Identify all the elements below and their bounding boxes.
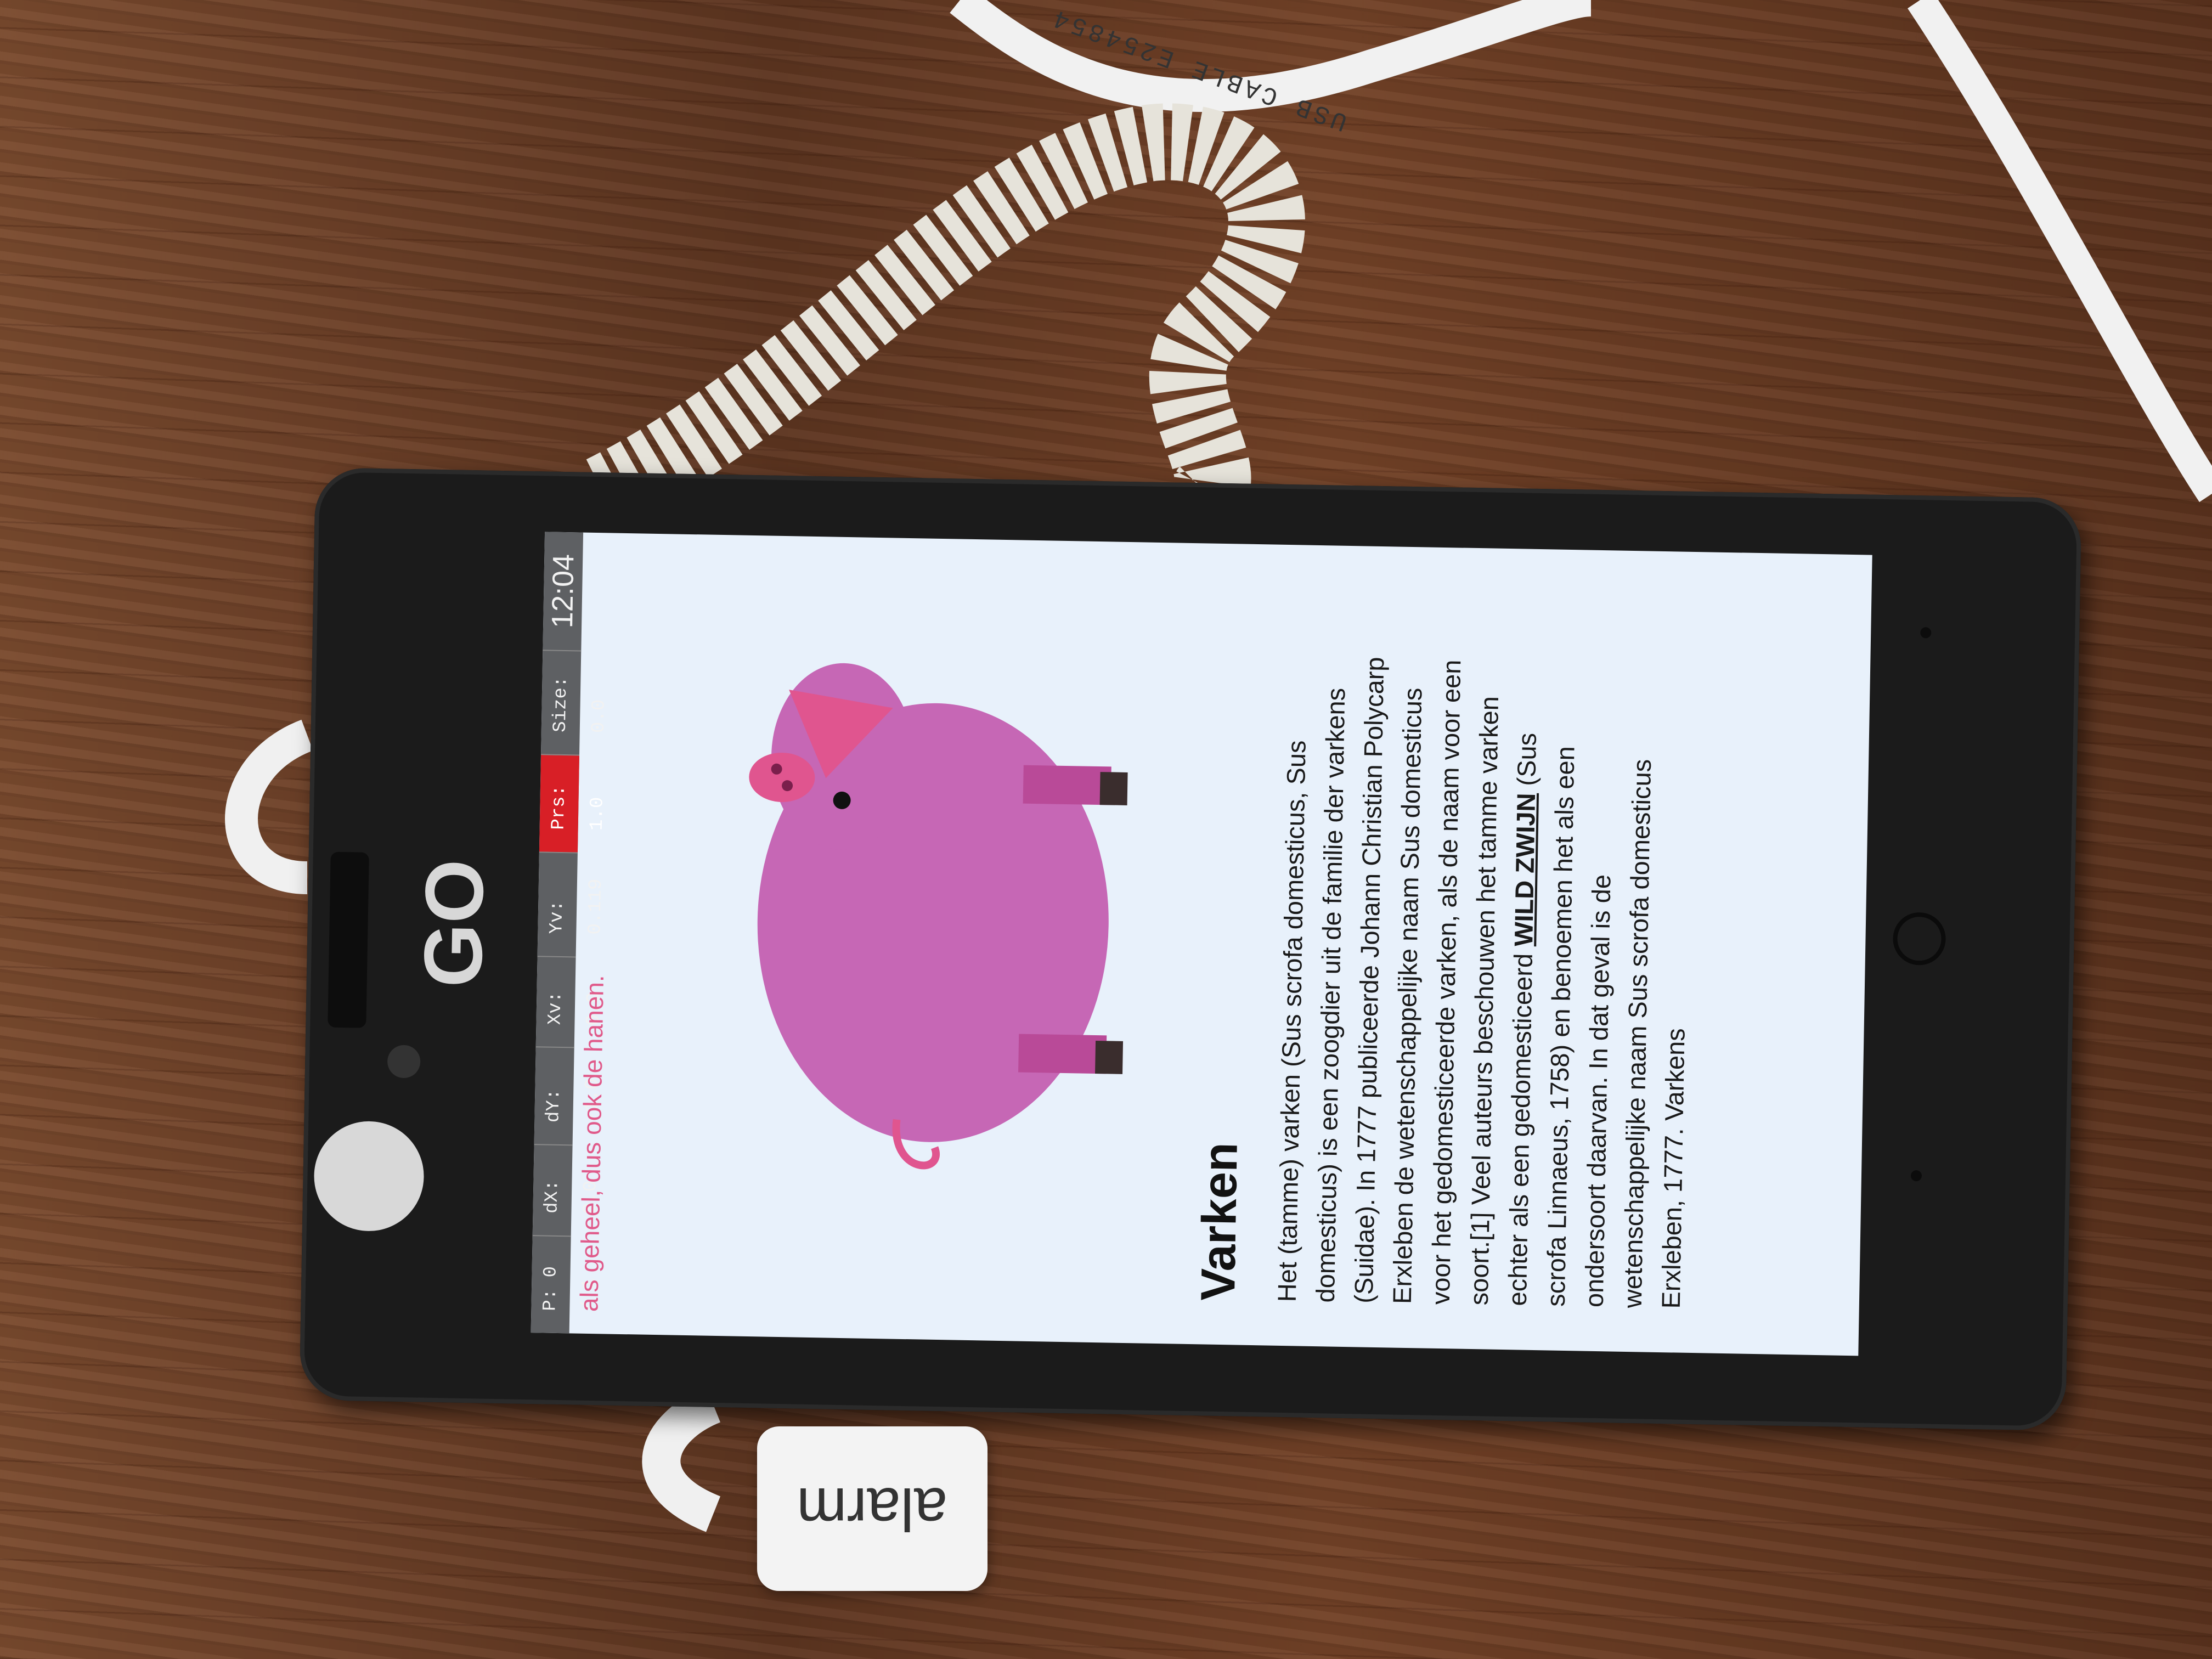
pig-hoof: [1099, 772, 1128, 805]
article-body-text: Het (tamme) varken (Sus scrofa domesticu…: [1272, 656, 1538, 1306]
sensor-dot: [1910, 1170, 1922, 1182]
overlay-prs: Prs: 1.0: [539, 754, 608, 853]
home-button[interactable]: [1892, 912, 1946, 966]
alarm-label: alarm: [797, 1475, 948, 1543]
article-body: Het (tamme) varken (Sus scrofa domesticu…: [1268, 654, 1701, 1309]
earpiece-speaker: [328, 851, 369, 1028]
overlay-size: Size: 0.0: [541, 650, 610, 755]
article: Varken Het (tamme) varken (Sus scrofa do…: [1189, 554, 1703, 1353]
status-time: 12:04: [546, 554, 580, 629]
overlay-p: P: 0 / 1: [531, 1235, 600, 1334]
pig-leg: [1023, 765, 1111, 805]
front-camera: [387, 1045, 421, 1079]
overlay-yv: Yv: 0.119: [537, 851, 607, 957]
overlay-dx: dX: 0.0: [532, 1144, 601, 1236]
pig-leg: [1018, 1034, 1107, 1074]
pig-illustration: [749, 663, 1128, 1170]
security-sticker: [313, 1120, 425, 1232]
overlay-xv: Xv: 0.0: [535, 955, 605, 1047]
brand-logo: GO: [406, 858, 501, 989]
rotated-layer: P: 0 / 1 dX: 0.0 dY: -1.0 Xv: 0.0 Yv: 0.…: [531, 532, 610, 1334]
alarm-tag: alarm: [757, 1426, 988, 1591]
wild-zwijn-link[interactable]: WILD ZWIJN: [1509, 793, 1541, 946]
pig-hoof: [1095, 1041, 1124, 1074]
sensor-dot: [1920, 627, 1932, 639]
phone-screen[interactable]: P: 0 / 1 dX: 0.0 dY: -1.0 Xv: 0.0 Yv: 0.…: [531, 532, 1872, 1356]
overlay-dy: dY: -1.0: [534, 1046, 603, 1145]
smartphone: GO P: 0 / 1 dX: 0.0 dY: -1.0 Xv: 0.0 Yv:…: [299, 467, 2082, 1431]
